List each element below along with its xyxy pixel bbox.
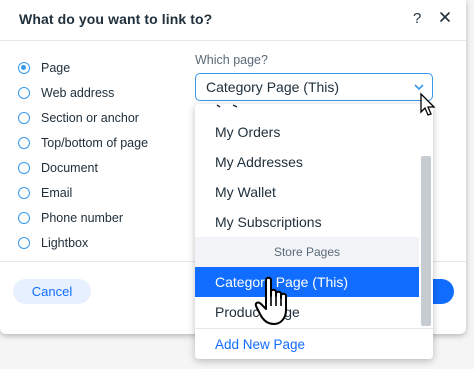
section-header: Store Pages — [195, 237, 419, 267]
page-select-value: Category Page (This) — [206, 79, 340, 95]
option-page[interactable]: Page — [18, 55, 148, 80]
page-dropdown-list: My Orders My Addresses My Wallet My Subs… — [195, 104, 433, 359]
list-item-selected[interactable]: Category Page (This) — [195, 267, 419, 297]
cancel-button[interactable]: Cancel — [13, 279, 91, 304]
close-icon[interactable] — [437, 9, 453, 25]
mouse-pointer-icon — [420, 92, 436, 116]
option-label: Document — [41, 160, 98, 175]
list-item[interactable]: My Wallet — [195, 177, 419, 207]
option-label: Phone number — [41, 210, 124, 225]
list-item[interactable]: My Addresses — [195, 147, 419, 177]
option-phone-number[interactable]: Phone number — [18, 205, 148, 230]
radio-icon[interactable] — [18, 236, 30, 249]
radio-icon[interactable] — [18, 111, 30, 124]
option-label: Email — [41, 185, 73, 200]
option-label: Page — [41, 60, 71, 75]
option-web-address[interactable]: Web address — [18, 80, 148, 105]
chevron-down-icon — [414, 84, 424, 91]
radio-icon[interactable] — [18, 211, 30, 224]
dialog-title: What do you want to link to? — [19, 11, 213, 27]
list-item[interactable]: Product Page — [195, 297, 419, 327]
radio-icon[interactable] — [18, 186, 30, 199]
option-label: Web address — [41, 85, 115, 100]
radio-icon[interactable] — [18, 61, 30, 74]
option-top-bottom[interactable]: Top/bottom of page — [18, 130, 148, 155]
option-email[interactable]: Email — [18, 180, 148, 205]
help-button[interactable]: ? — [413, 10, 421, 27]
list-item[interactable]: My Orders — [195, 117, 419, 147]
page-select[interactable]: Category Page (This) — [195, 73, 433, 101]
option-label: Section or anchor — [41, 110, 139, 125]
radio-icon[interactable] — [18, 136, 30, 149]
scrollbar-thumb[interactable] — [421, 156, 431, 326]
partial-item — [216, 104, 238, 108]
option-label: Lightbox — [41, 235, 89, 250]
option-section-anchor[interactable]: Section or anchor — [18, 105, 148, 130]
hand-cursor-icon — [254, 276, 287, 325]
link-type-options: Page Web address Section or anchor Top/b… — [18, 55, 148, 255]
radio-icon[interactable] — [18, 86, 30, 99]
add-new-page-link[interactable]: Add New Page — [195, 328, 433, 359]
option-document[interactable]: Document — [18, 155, 148, 180]
list-item[interactable]: My Subscriptions — [195, 207, 419, 237]
radio-icon[interactable] — [18, 161, 30, 174]
option-label: Top/bottom of page — [41, 135, 149, 150]
which-page-label: Which page? — [195, 53, 268, 67]
dialog-header: What do you want to link to? ? — [0, 0, 466, 41]
option-lightbox[interactable]: Lightbox — [18, 230, 148, 255]
